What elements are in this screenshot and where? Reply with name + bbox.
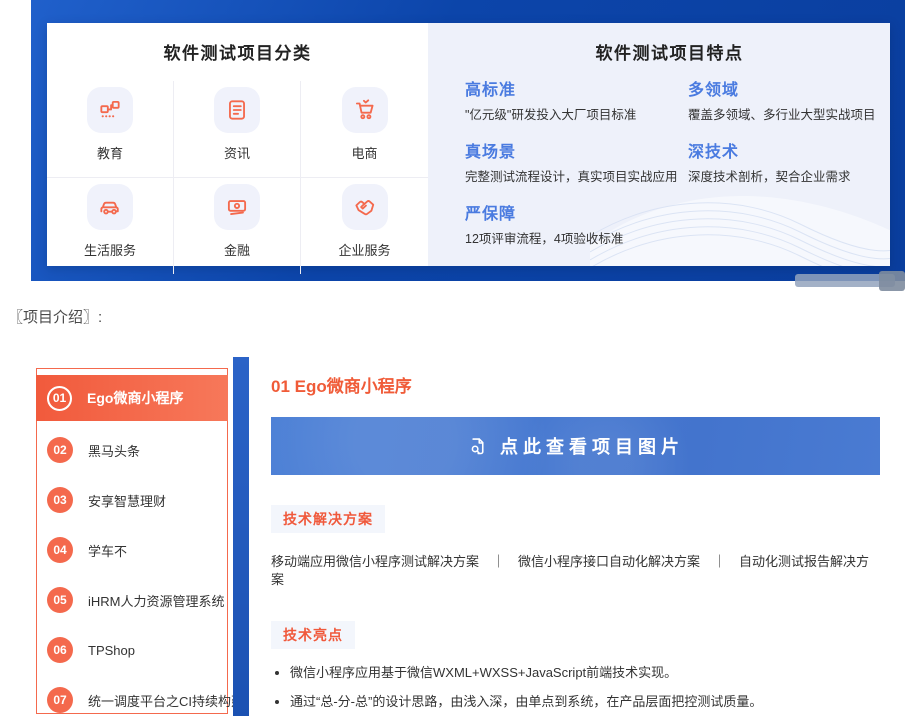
ecommerce-icon (342, 87, 388, 133)
nav-item-ci-platform[interactable]: 07 统一调度平台之CI持续构建 (37, 675, 227, 716)
enterprise-icon (342, 184, 388, 230)
nav-item-number: 01 (47, 386, 72, 411)
nav-item-ego-miniprogram[interactable]: 01 Ego微商小程序 (36, 375, 228, 421)
nav-item-label: iHRM人力资源管理系统 (88, 591, 225, 610)
nav-item-label: 黑马头条 (88, 441, 140, 460)
preview-image-icon (467, 436, 488, 457)
features-grid: 高标准 "亿元级"研发投入大厂项目标准 多领域 覆盖多领域、多行业大型实战项目 … (465, 81, 874, 247)
project-nav: 01 Ego微商小程序 02 黑马头条 03 安享智慧理财 04 学车不 05 … (36, 368, 228, 714)
nav-item-xuechebu[interactable]: 04 学车不 (37, 525, 227, 575)
feature-item: 深技术 深度技术剖析，契合企业需求 (688, 143, 876, 185)
categories-title: 软件测试项目分类 (47, 43, 428, 65)
nav-item-number: 05 (47, 587, 73, 613)
nav-item-label: 安享智慧理财 (88, 491, 166, 510)
nav-item-number: 02 (47, 437, 73, 463)
feature-desc: 完整测试流程设计，真实项目实战应用 (465, 169, 688, 185)
feature-desc: "亿元级"研发投入大厂项目标准 (465, 107, 688, 123)
feature-item: 高标准 "亿元级"研发投入大厂项目标准 (465, 81, 688, 123)
features-panel: 软件测试项目特点 高标准 "亿元级"研发投入大厂项目标准 多领域 覆盖多领域、多… (428, 23, 890, 266)
nav-item-label: TPShop (88, 643, 135, 658)
category-education: 教育 (47, 81, 174, 178)
project-intro-section: 01 Ego微商小程序 02 黑马头条 03 安享智慧理财 04 学车不 05 … (36, 368, 914, 716)
category-label: 金融 (224, 242, 250, 260)
feature-heading: 多领域 (688, 81, 876, 101)
hero-banner: 软件测试项目分类 教育 (31, 0, 905, 281)
feature-item: 真场景 完整测试流程设计，真实项目实战应用 (465, 143, 688, 185)
nav-item-number: 03 (47, 487, 73, 513)
nav-item-label: 学车不 (88, 541, 127, 560)
category-ecommerce: 电商 (301, 81, 428, 178)
feature-heading: 高标准 (465, 81, 688, 101)
divider-bar (233, 357, 249, 716)
watermark-smudge (879, 271, 905, 291)
education-icon (87, 87, 133, 133)
view-project-images-label: 点此查看项目图片 (500, 433, 684, 459)
feature-item: 多领域 覆盖多领域、多行业大型实战项目 (688, 81, 876, 123)
feature-heading: 严保障 (465, 205, 688, 225)
feature-heading: 真场景 (465, 143, 688, 163)
highlight-item: 通过“总-分-总”的设计思路，由浅入深，由单点到系统，在产品层面把控测试质量。 (290, 694, 880, 710)
feature-desc: 深度技术剖析，契合企业需求 (688, 169, 876, 185)
feature-desc: 覆盖多领域、多行业大型实战项目 (688, 107, 876, 123)
nav-item-heima-toutiao[interactable]: 02 黑马头条 (37, 425, 227, 475)
highlight-list: 微信小程序应用基于微信WXML+WXSS+JavaScript前端技术实现。 通… (271, 665, 880, 716)
category-label: 生活服务 (84, 242, 136, 260)
project-detail: 01 Ego微商小程序 点此查看项目图片 技术解决方案 移动端应用微信小程序测试… (249, 368, 914, 716)
feature-heading: 深技术 (688, 143, 876, 163)
section-label: 〖项目介绍〗: (8, 308, 914, 328)
nav-item-label: Ego微商小程序 (87, 388, 183, 408)
news-icon (214, 87, 260, 133)
category-label: 电商 (351, 145, 377, 163)
category-life-service: 生活服务 (47, 178, 174, 274)
category-news: 资讯 (174, 81, 301, 178)
categories-panel: 软件测试项目分类 教育 (47, 23, 428, 266)
nav-item-number: 06 (47, 637, 73, 663)
nav-item-tpshop[interactable]: 06 TPShop (37, 625, 227, 675)
category-enterprise: 企业服务 (301, 178, 428, 274)
view-project-images-button[interactable]: 点此查看项目图片 (271, 417, 880, 475)
category-label: 资讯 (224, 145, 250, 163)
nav-item-number: 07 (47, 687, 73, 713)
nav-item-anxiang-licai[interactable]: 03 安享智慧理财 (37, 475, 227, 525)
highlight-item: 微信小程序应用基于微信WXML+WXSS+JavaScript前端技术实现。 (290, 665, 880, 681)
categories-grid: 教育 资讯 (47, 81, 428, 274)
nav-item-ihrm[interactable]: 05 iHRM人力资源管理系统 (37, 575, 227, 625)
feature-desc: 12项评审流程，4项验收标准 (465, 231, 688, 247)
solutions-text: 移动端应用微信小程序测试解决方案 ｜ 微信小程序接口自动化解决方案 ｜ 自动化测… (271, 553, 880, 589)
finance-icon (214, 184, 260, 230)
nav-item-number: 04 (47, 537, 73, 563)
feature-item: 严保障 12项评审流程，4项验收标准 (465, 205, 688, 247)
project-detail-title: 01 Ego微商小程序 (271, 376, 880, 398)
category-finance: 金融 (174, 178, 301, 274)
category-label: 企业服务 (338, 242, 390, 260)
life-service-icon (87, 184, 133, 230)
solution-heading: 技术解决方案 (271, 505, 385, 533)
hero-card: 软件测试项目分类 教育 (47, 23, 890, 266)
category-label: 教育 (97, 145, 123, 163)
features-title: 软件测试项目特点 (465, 43, 874, 65)
highlight-heading: 技术亮点 (271, 621, 355, 649)
nav-item-label: 统一调度平台之CI持续构建 (88, 691, 244, 710)
